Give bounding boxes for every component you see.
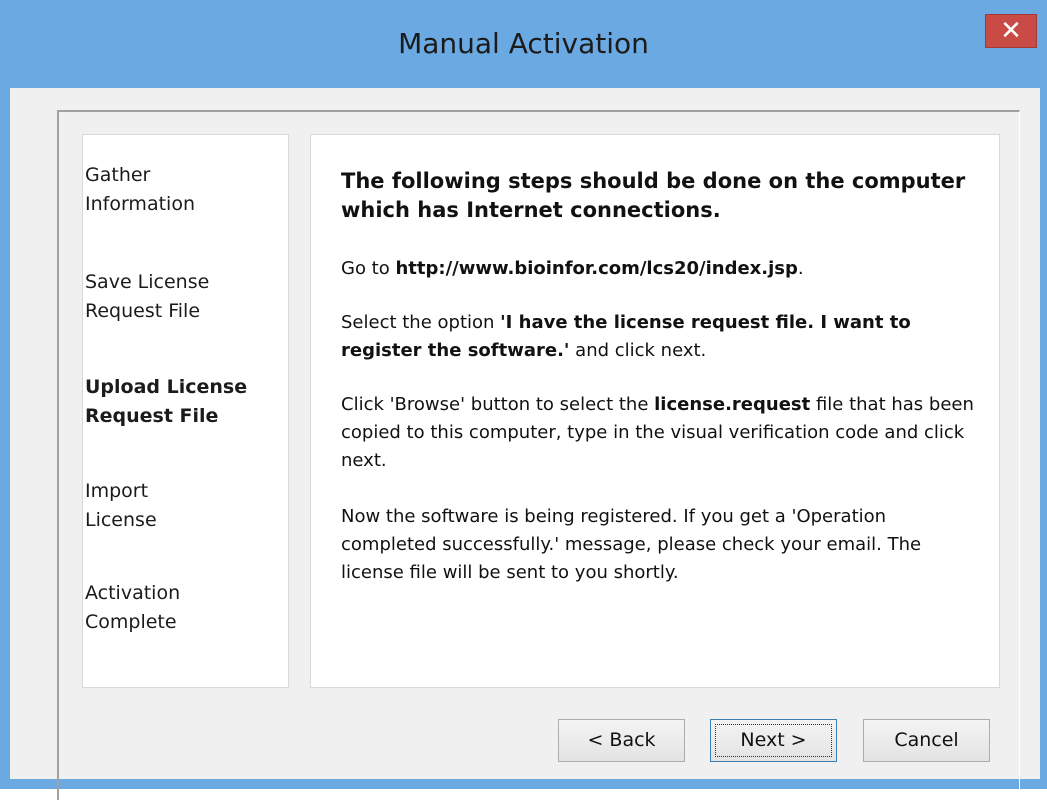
license-request-filename: license.request bbox=[654, 394, 811, 415]
step-gather-information: Gather Information bbox=[85, 161, 285, 219]
step-label-line1: Save License bbox=[85, 271, 210, 293]
registration-instruction: Now the software is being registered. If… bbox=[341, 506, 922, 583]
browse-prefix: Click 'Browse' button to select the bbox=[341, 394, 655, 415]
step-label-line2: Information bbox=[85, 193, 195, 215]
step-upload-license-request-file: Upload License Request File bbox=[85, 373, 285, 431]
back-button[interactable]: < Back bbox=[558, 719, 685, 762]
instructions-heading: The following steps should be done on th… bbox=[341, 169, 966, 222]
goto-instruction: Go to http://www.bioinfor.com/lcs20/inde… bbox=[341, 255, 981, 283]
step-save-license-request-file: Save License Request File bbox=[85, 268, 285, 326]
select-suffix: and click next. bbox=[569, 340, 707, 361]
browse-instruction: Click 'Browse' button to select the lice… bbox=[341, 391, 981, 475]
instructions-panel: The following steps should be done on th… bbox=[310, 134, 1000, 688]
step-label-line2: License bbox=[85, 509, 157, 531]
step-label-line1: Gather bbox=[85, 164, 151, 186]
step-label-line1: Upload License bbox=[85, 376, 248, 398]
step-activation-complete: Activation Complete bbox=[85, 579, 285, 637]
goto-url: http://www.bioinfor.com/lcs20/index.jsp bbox=[395, 258, 798, 279]
close-icon: ✕ bbox=[1000, 16, 1022, 46]
goto-suffix: . bbox=[797, 258, 804, 279]
dialog-client-area: Gather Information Save License Request … bbox=[10, 88, 1040, 800]
step-label-line1: Import bbox=[85, 480, 149, 502]
steps-panel: Gather Information Save License Request … bbox=[82, 134, 289, 688]
window-title: Manual Activation bbox=[398, 27, 649, 60]
select-option-instruction: Select the option 'I have the license re… bbox=[341, 309, 981, 365]
step-label-line2: Request File bbox=[85, 300, 201, 322]
cancel-button[interactable]: Cancel bbox=[863, 719, 990, 762]
step-label-line1: Activation bbox=[85, 582, 181, 604]
dialog-window: Manual Activation ✕ Gather Information S… bbox=[0, 0, 1047, 800]
next-button[interactable]: Next > bbox=[710, 719, 837, 762]
step-label-line2: Request File bbox=[85, 405, 219, 427]
close-button[interactable]: ✕ bbox=[985, 14, 1037, 48]
focus-rectangle bbox=[715, 724, 832, 757]
step-label-line2: Complete bbox=[85, 611, 177, 633]
step-import-license: Import License bbox=[85, 477, 285, 535]
select-prefix: Select the option bbox=[341, 312, 501, 333]
goto-prefix: Go to bbox=[341, 258, 396, 279]
